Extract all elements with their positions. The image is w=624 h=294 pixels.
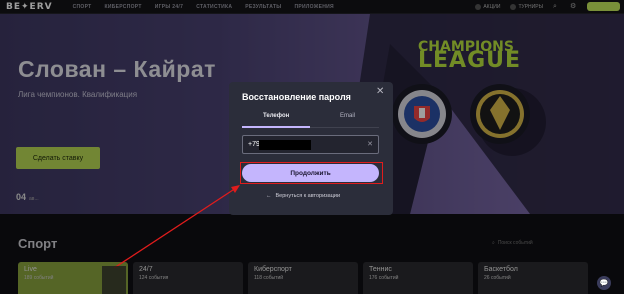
back-to-login-label: Вернуться к авторизации (275, 193, 341, 199)
close-icon[interactable]: ✕ (376, 87, 384, 97)
arrow-left-icon: ← (266, 193, 272, 199)
clear-input-icon[interactable]: ✕ (367, 140, 373, 148)
phone-input[interactable]: +79 ✕ (242, 135, 379, 154)
password-recovery-modal: Восстановление пароля ✕ Телефон Email +7… (229, 82, 393, 215)
highlight-box (240, 162, 383, 184)
modal-title: Восстановление пароля (242, 92, 351, 102)
active-tab-indicator (242, 126, 310, 128)
redacted-phone-block (259, 140, 311, 150)
back-to-login-link[interactable]: ← Вернуться к авторизации (266, 193, 340, 199)
chat-support-icon[interactable]: 💬 (597, 276, 611, 290)
tab-phone[interactable]: Телефон (263, 113, 289, 119)
tab-email[interactable]: Email (340, 113, 355, 119)
